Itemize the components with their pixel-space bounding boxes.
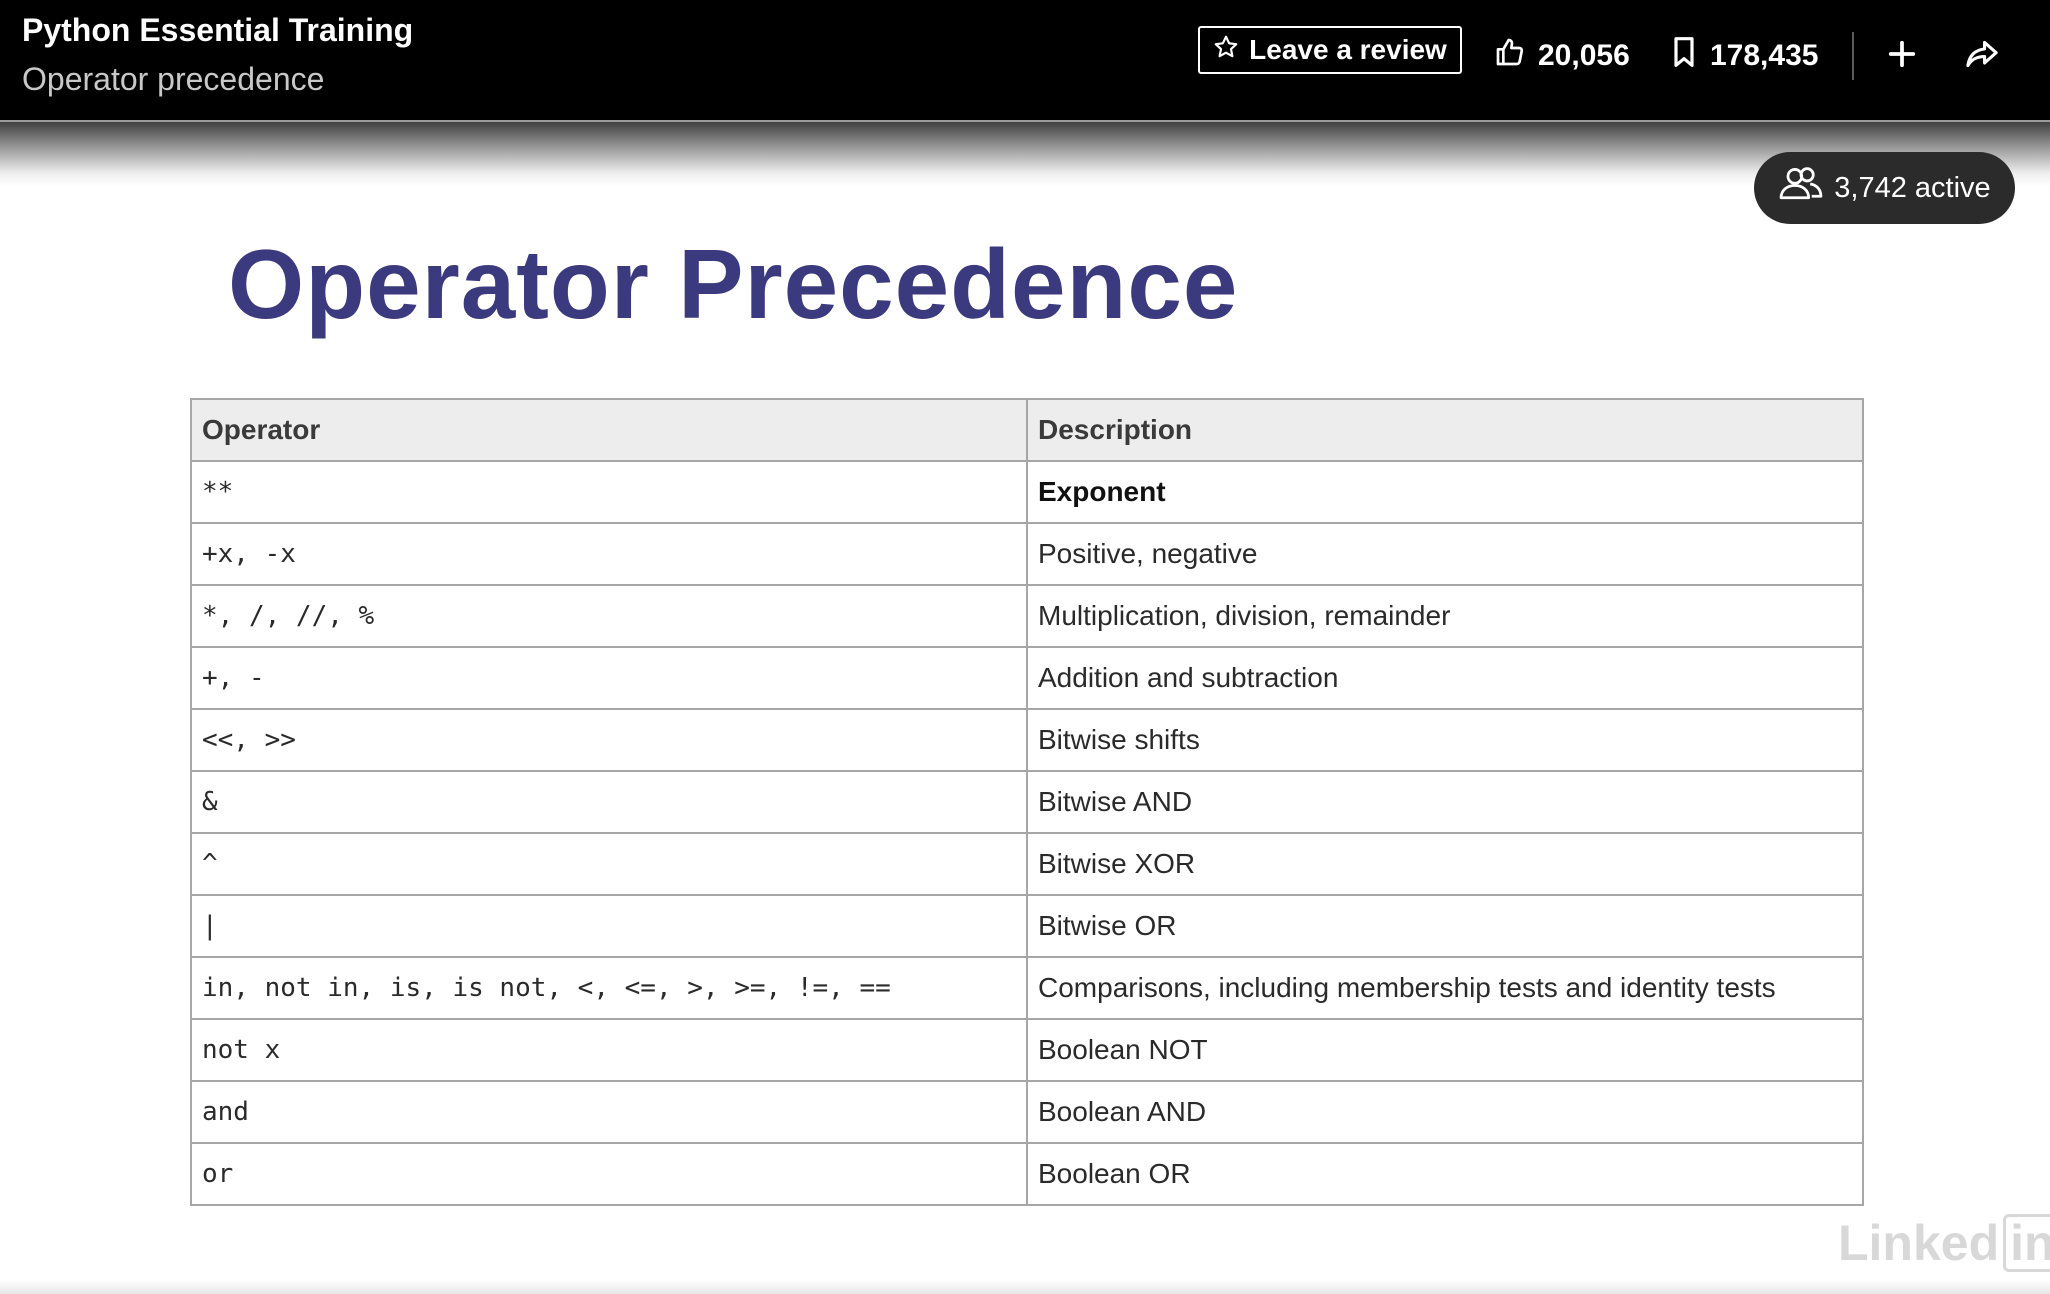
watermark-in-box: in bbox=[2003, 1214, 2050, 1272]
bookmark-icon bbox=[1670, 36, 1698, 76]
description-cell: Exponent bbox=[1026, 460, 1864, 524]
active-learners-badge[interactable]: 3,742 active bbox=[1754, 152, 2015, 224]
description-cell: Boolean NOT bbox=[1026, 1018, 1864, 1082]
operator-precedence-table: Operator Description ** Exponent +x, -x … bbox=[190, 398, 1864, 1206]
operator-cell: ^ bbox=[190, 832, 1028, 896]
operator-cell: +, - bbox=[190, 646, 1028, 710]
video-title: Operator precedence bbox=[22, 61, 325, 97]
course-title[interactable]: Python Essential Training bbox=[22, 12, 413, 49]
video-top-shade bbox=[0, 120, 2050, 186]
saves-button[interactable]: 178,435 bbox=[1670, 34, 1818, 78]
table-row: or Boolean OR bbox=[190, 1142, 1864, 1206]
table-row: +, - Addition and subtraction bbox=[190, 646, 1864, 710]
operator-cell: & bbox=[190, 770, 1028, 834]
operator-cell: or bbox=[190, 1142, 1028, 1206]
description-cell: Multiplication, division, remainder bbox=[1026, 584, 1864, 648]
star-icon bbox=[1213, 34, 1239, 67]
description-cell: Boolean AND bbox=[1026, 1080, 1864, 1144]
table-row: ^ Bitwise XOR bbox=[190, 832, 1864, 896]
description-cell: Bitwise OR bbox=[1026, 894, 1864, 958]
operator-cell: +x, -x bbox=[190, 522, 1028, 586]
operator-cell: not x bbox=[190, 1018, 1028, 1082]
operator-cell: and bbox=[190, 1080, 1028, 1144]
share-arrow-icon bbox=[1964, 38, 2000, 75]
description-cell: Bitwise shifts bbox=[1026, 708, 1864, 772]
description-cell: Comparisons, including membership tests … bbox=[1026, 956, 1864, 1020]
leave-review-label: Leave a review bbox=[1249, 34, 1447, 65]
likes-button[interactable]: 20,056 bbox=[1494, 34, 1630, 78]
table-row: not x Boolean NOT bbox=[190, 1018, 1864, 1082]
active-learners-count: 3,742 active bbox=[1834, 171, 1991, 204]
operator-cell: <<, >> bbox=[190, 708, 1028, 772]
table-row: +x, -x Positive, negative bbox=[190, 522, 1864, 586]
table-row: & Bitwise AND bbox=[190, 770, 1864, 834]
column-header-operator: Operator bbox=[190, 398, 1028, 462]
description-cell: Boolean OR bbox=[1026, 1142, 1864, 1206]
video-player[interactable]: 3,742 active Operator Precedence Operato… bbox=[0, 120, 2050, 1294]
users-icon bbox=[1778, 165, 1824, 211]
top-bar: Python Essential Training Operator prece… bbox=[0, 0, 2050, 120]
description-cell: Addition and subtraction bbox=[1026, 646, 1864, 710]
watermark-text: Linked bbox=[1838, 1215, 2000, 1271]
table-row: ** Exponent bbox=[190, 460, 1864, 524]
share-button[interactable] bbox=[1958, 32, 2006, 80]
operator-cell: ** bbox=[190, 460, 1028, 524]
operator-cell: | bbox=[190, 894, 1028, 958]
operator-cell: *, /, //, % bbox=[190, 584, 1028, 648]
leave-review-button[interactable]: Leave a review bbox=[1198, 26, 1462, 74]
column-header-description: Description bbox=[1026, 398, 1864, 462]
video-bottom-edge bbox=[0, 1280, 2050, 1294]
table-row: | Bitwise OR bbox=[190, 894, 1864, 958]
add-to-collection-button[interactable] bbox=[1878, 32, 1926, 80]
table-row: <<, >> Bitwise shifts bbox=[190, 708, 1864, 772]
linkedin-watermark: Linked in bbox=[1838, 1214, 2050, 1272]
slide-heading: Operator Precedence bbox=[228, 229, 1239, 339]
thumbs-up-icon bbox=[1494, 36, 1526, 76]
table-header-row: Operator Description bbox=[190, 398, 1864, 462]
description-cell: Bitwise AND bbox=[1026, 770, 1864, 834]
operator-cell: in, not in, is, is not, <, <=, >, >=, !=… bbox=[190, 956, 1028, 1020]
description-cell: Bitwise XOR bbox=[1026, 832, 1864, 896]
description-cell: Positive, negative bbox=[1026, 522, 1864, 586]
header-divider bbox=[1852, 32, 1854, 80]
plus-icon bbox=[1887, 39, 1917, 74]
video-top-line bbox=[0, 120, 2050, 122]
table-row: and Boolean AND bbox=[190, 1080, 1864, 1144]
saves-count: 178,435 bbox=[1710, 39, 1819, 72]
table-row: *, /, //, % Multiplication, division, re… bbox=[190, 584, 1864, 648]
likes-count: 20,056 bbox=[1538, 39, 1630, 72]
table-row: in, not in, is, is not, <, <=, >, >=, !=… bbox=[190, 956, 1864, 1020]
